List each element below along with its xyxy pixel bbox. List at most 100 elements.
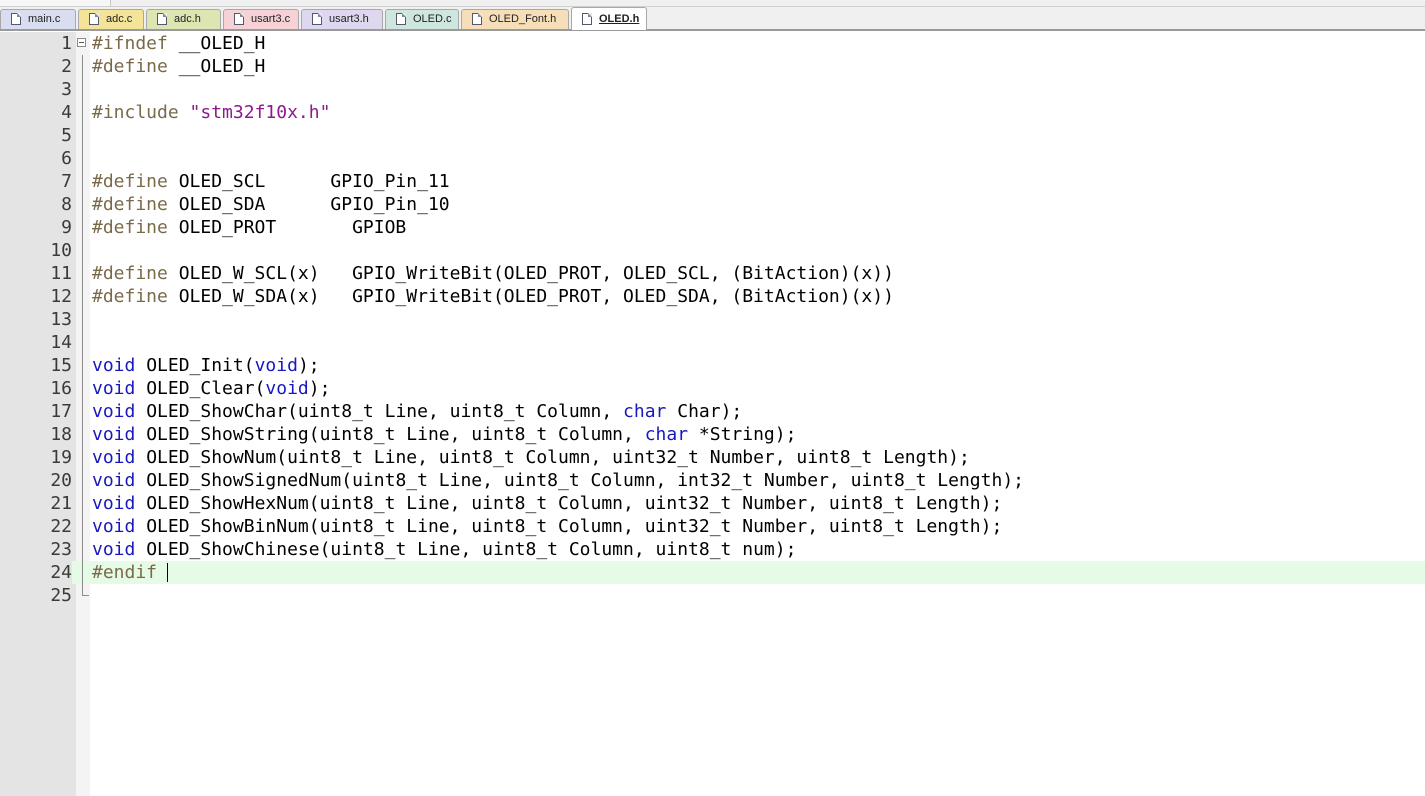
- token-keyword: void: [92, 378, 136, 399]
- current-code-line[interactable]: 24 #endif: [0, 561, 1425, 584]
- code-line[interactable]: 17 void OLED_ShowChar(uint8_t Line, uint8…: [0, 400, 1425, 423]
- token-keyword: void: [92, 516, 136, 537]
- token-plain: OLED_ShowBinNum(uint8_t Line, uint8_t Co…: [135, 516, 1003, 537]
- line-number: 20: [50, 470, 72, 491]
- token-preprocessor: #define: [92, 286, 168, 307]
- file-icon: [472, 13, 482, 25]
- token-plain: OLED_ShowChinese(uint8_t Line, uint8_t C…: [135, 539, 797, 560]
- code-line[interactable]: 21 void OLED_ShowHexNum(uint8_t Line, uin…: [0, 492, 1425, 515]
- token-keyword: char: [623, 401, 667, 422]
- token-plain: OLED_PROT GPIOB: [167, 217, 407, 238]
- token-string: "stm32f10x.h": [189, 102, 331, 123]
- file-icon: [89, 13, 99, 25]
- code-line[interactable]: 15 void OLED_Init(void);: [0, 354, 1425, 377]
- tab-label: OLED.c: [413, 13, 452, 25]
- token-keyword: void: [92, 493, 136, 514]
- token-plain: OLED_Clear(: [135, 378, 266, 399]
- token-plain: OLED_ShowHexNum(uint8_t Line, uint8_t Co…: [135, 493, 1003, 514]
- code-text: #define OLED_PROT GPIOB: [92, 216, 406, 239]
- fold-guide-line: [82, 239, 83, 262]
- code-text: void OLED_ShowNum(uint8_t Line, uint8_t …: [92, 446, 970, 469]
- tab-label: main.c: [28, 13, 61, 25]
- token-plain: OLED_W_SCL(x) GPIO_WriteBit(OLED_PROT, O…: [167, 263, 894, 284]
- tab-main-c[interactable]: main.c: [0, 9, 76, 29]
- code-line[interactable]: 1 #ifndef __OLED_H: [0, 32, 1425, 55]
- tab-oled-font-h[interactable]: OLED_Font.h: [461, 9, 569, 29]
- code-line[interactable]: 14: [0, 331, 1425, 354]
- code-line[interactable]: 5: [0, 124, 1425, 147]
- code-text: #ifndef __OLED_H: [92, 32, 265, 55]
- tab-adc-h[interactable]: adc.h: [146, 9, 221, 29]
- fold-collapse-icon[interactable]: [77, 38, 86, 47]
- line-number: 16: [50, 378, 72, 399]
- token-keyword: void: [265, 378, 309, 399]
- code-text: void OLED_ShowBinNum(uint8_t Line, uint8…: [92, 515, 1002, 538]
- code-editor[interactable]: 1 #ifndef __OLED_H 2 #define __OLED_H 3 4 #inc…: [0, 32, 1425, 607]
- line-number: 19: [50, 447, 72, 468]
- code-line[interactable]: 20 void OLED_ShowSignedNum(uint8_t Line, …: [0, 469, 1425, 492]
- fold-guide-line: [82, 124, 83, 147]
- code-line[interactable]: 6: [0, 147, 1425, 170]
- token-plain: OLED_Init(: [135, 355, 255, 376]
- code-line[interactable]: 8 #define OLED_SDA GPIO_Pin_10: [0, 193, 1425, 216]
- line-number: 23: [50, 539, 72, 560]
- code-text: void OLED_ShowSignedNum(uint8_t Line, ui…: [92, 469, 1024, 492]
- fold-guide-line: [82, 469, 83, 492]
- tab-adc-c[interactable]: adc.c: [78, 9, 144, 29]
- code-text: void OLED_ShowString(uint8_t Line, uint8…: [92, 423, 796, 446]
- token-preprocessor: #include: [92, 102, 179, 123]
- code-line[interactable]: 19 void OLED_ShowNum(uint8_t Line, uint8_…: [0, 446, 1425, 469]
- tab-usart3-h[interactable]: usart3.h: [301, 9, 383, 29]
- code-line[interactable]: 11 #define OLED_W_SCL(x) GPIO_WriteBit(OL…: [0, 262, 1425, 285]
- tab-label: usart3.c: [251, 13, 291, 25]
- line-number: 10: [50, 240, 72, 261]
- tab-usart3-c[interactable]: usart3.c: [223, 9, 299, 29]
- code-text: void OLED_Init(void);: [92, 354, 320, 377]
- code-text: #include "stm32f10x.h": [92, 101, 330, 124]
- file-icon: [11, 13, 21, 25]
- fold-guide-line: [82, 561, 83, 584]
- tab-oled-h[interactable]: OLED.h: [571, 7, 647, 30]
- code-line[interactable]: 9 #define OLED_PROT GPIOB: [0, 216, 1425, 239]
- fold-guide-line: [82, 193, 83, 216]
- code-line[interactable]: 23 void OLED_ShowChinese(uint8_t Line, ui…: [0, 538, 1425, 561]
- token-plain: Char);: [666, 401, 743, 422]
- code-line[interactable]: 16 void OLED_Clear(void);: [0, 377, 1425, 400]
- toolbar-segment: [0, 0, 111, 6]
- code-line[interactable]: 22 void OLED_ShowBinNum(uint8_t Line, uin…: [0, 515, 1425, 538]
- token-plain: OLED_SDA GPIO_Pin_10: [167, 194, 450, 215]
- fold-guide-line: [82, 423, 83, 446]
- file-icon: [234, 13, 244, 25]
- code-text: #define OLED_SDA GPIO_Pin_10: [92, 193, 450, 216]
- text-caret: [167, 563, 168, 582]
- line-number: 9: [61, 217, 72, 238]
- file-icon: [312, 13, 322, 25]
- code-line[interactable]: 7 #define OLED_SCL GPIO_Pin_11: [0, 170, 1425, 193]
- code-line[interactable]: 4 #include "stm32f10x.h": [0, 101, 1425, 124]
- token-preprocessor: #endif: [92, 562, 158, 583]
- fold-guide-line: [82, 492, 83, 515]
- code-text: void OLED_ShowChinese(uint8_t Line, uint…: [92, 538, 796, 561]
- line-number: 2: [61, 56, 72, 77]
- code-line[interactable]: 3: [0, 78, 1425, 101]
- token-plain: OLED_ShowChar(uint8_t Line, uint8_t Colu…: [135, 401, 624, 422]
- line-number: 25: [50, 585, 72, 606]
- line-number: 6: [61, 148, 72, 169]
- code-line[interactable]: 10: [0, 239, 1425, 262]
- tab-label: adc.h: [174, 13, 201, 25]
- code-line[interactable]: 12 #define OLED_W_SDA(x) GPIO_WriteBit(OL…: [0, 285, 1425, 308]
- line-number: 18: [50, 424, 72, 445]
- code-line[interactable]: 13: [0, 308, 1425, 331]
- code-text: void OLED_ShowChar(uint8_t Line, uint8_t…: [92, 400, 742, 423]
- token-preprocessor: #define: [92, 263, 168, 284]
- code-line[interactable]: 2 #define __OLED_H: [0, 55, 1425, 78]
- tab-label: OLED_Font.h: [489, 13, 557, 25]
- file-icon: [582, 13, 592, 25]
- token-plain: OLED_ShowString(uint8_t Line, uint8_t Co…: [135, 424, 645, 445]
- code-line[interactable]: 18 void OLED_ShowString(uint8_t Line, uin…: [0, 423, 1425, 446]
- code-line[interactable]: 25: [0, 584, 1425, 607]
- line-number: 3: [61, 79, 72, 100]
- token-keyword: char: [644, 424, 689, 445]
- tab-oled-c[interactable]: OLED.c: [385, 9, 459, 29]
